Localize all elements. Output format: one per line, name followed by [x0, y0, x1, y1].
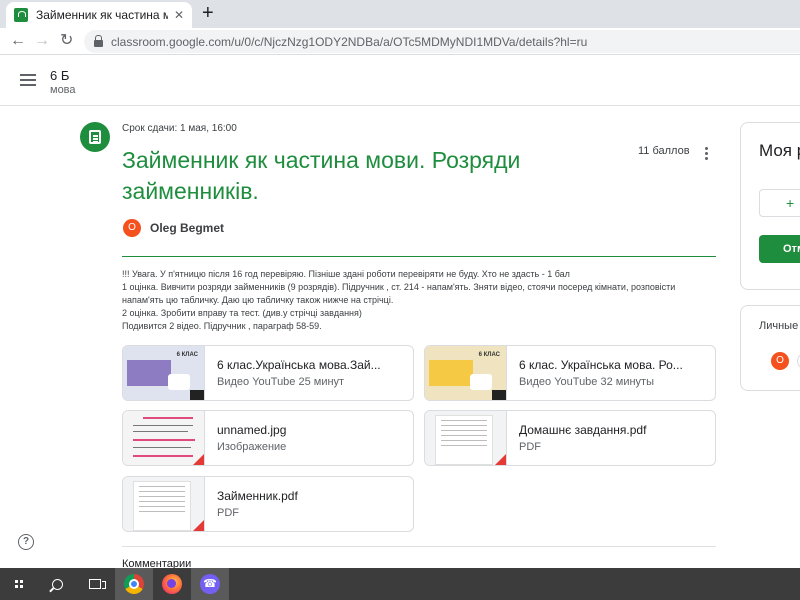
lock-icon	[94, 35, 103, 47]
task-view-button[interactable]	[76, 568, 114, 600]
description-line: 1 оцінка. Вивчити розряди займенників (9…	[122, 282, 676, 305]
add-icon: +	[786, 195, 795, 211]
tab-close-icon[interactable]: ✕	[174, 8, 184, 22]
author-avatar: O	[123, 219, 141, 237]
attachment-name: Займенник.pdf	[217, 489, 298, 503]
attachment-image[interactable]: unnamed.jpg Изображение	[122, 410, 414, 466]
attachment-name: unnamed.jpg	[217, 423, 287, 437]
more-options-icon[interactable]	[702, 145, 710, 163]
browser-tab[interactable]: Займенник як частина мови. Ро ✕	[6, 2, 192, 28]
description-line: 2 оцінка. Зробити вправу та тест. (див.у…	[122, 308, 362, 318]
viber-icon: ☎	[200, 574, 220, 594]
private-comments-title: Личные	[759, 320, 799, 332]
url-text: classroom.google.com/u/0/c/NjczNzg1ODY2N…	[111, 34, 588, 49]
back-icon[interactable]: ←	[10, 32, 26, 50]
menu-icon[interactable]	[20, 74, 36, 86]
image-thumbnail	[123, 411, 205, 465]
attachment-pdf-1[interactable]: Домашнє завдання.pdf PDF	[424, 410, 716, 466]
address-bar[interactable]: classroom.google.com/u/0/c/NjczNzg1ODY2N…	[84, 30, 800, 53]
pdf-thumbnail	[425, 411, 507, 465]
my-work-title: Моя р	[759, 141, 800, 160]
attachment-type: PDF	[519, 441, 541, 453]
attachment-name: 6 клас.Українська мова.Зай...	[217, 358, 381, 372]
pdf-icon	[191, 520, 204, 531]
attachment-pdf-2[interactable]: Займенник.pdf PDF	[122, 476, 414, 532]
chrome-icon	[124, 574, 144, 594]
pdf-icon	[493, 454, 506, 465]
attachment-name: 6 клас. Українська мова. Ро...	[519, 358, 683, 372]
search-button[interactable]	[38, 568, 76, 600]
video-thumbnail: 6 КЛАС	[123, 346, 205, 400]
assignment-title: Займенник як частина мови. Розряди займе…	[122, 147, 521, 204]
classroom-favicon-icon	[14, 8, 28, 22]
attachment-video-2[interactable]: 6 КЛАС 6 клас. Українська мова. Ро... Ви…	[424, 345, 716, 401]
taskbar-firefox[interactable]	[153, 568, 191, 600]
assignment-description: !!! Увага. У п'ятницю після 16 год перев…	[122, 268, 716, 333]
private-comments-card: Личные O	[740, 305, 800, 391]
video-thumbnail: 6 КЛАС	[425, 346, 507, 400]
firefox-icon	[162, 574, 182, 594]
attachment-type: Изображение	[217, 441, 287, 453]
user-avatar: O	[771, 352, 789, 370]
description-line: !!! Увага. У п'ятницю після 16 год перев…	[122, 269, 570, 279]
search-icon	[51, 578, 63, 590]
task-view-icon	[89, 579, 106, 589]
taskbar: ☎	[0, 568, 800, 600]
app-header: 6 Б мова	[0, 56, 800, 106]
taskbar-viber[interactable]: ☎	[191, 568, 229, 600]
pdf-thumbnail	[123, 477, 205, 531]
file-type-icon	[191, 454, 204, 465]
reload-icon[interactable]: ↻	[60, 32, 73, 50]
submit-button[interactable]: Отм	[759, 235, 800, 263]
youtube-icon	[190, 390, 204, 400]
taskbar-chrome[interactable]	[115, 568, 153, 600]
assignment-icon	[80, 122, 110, 152]
attachment-type: Видео YouTube 32 минуты	[519, 376, 654, 388]
add-or-create-button[interactable]: +	[759, 189, 800, 217]
author-name: Oleg Begmet	[150, 221, 225, 235]
attachment-type: PDF	[217, 507, 239, 519]
my-work-card: Моя р + Отм	[740, 122, 800, 290]
attachment-name: Домашнє завдання.pdf	[519, 423, 647, 437]
comments-divider	[122, 546, 716, 547]
new-tab-button[interactable]: +	[202, 3, 214, 23]
due-date: Срок сдачи: 1 мая, 16:00	[122, 123, 237, 134]
start-button[interactable]	[0, 568, 38, 600]
points: 11 баллов	[638, 145, 690, 157]
title-divider	[122, 256, 716, 257]
description-line: Подивится 2 відео. Підручник , параграф …	[122, 321, 322, 331]
youtube-icon	[492, 390, 506, 400]
attachment-type: Видео YouTube 25 минут	[217, 376, 345, 388]
forward-icon[interactable]: →	[34, 32, 50, 50]
attachment-video-1[interactable]: 6 КЛАС 6 клас.Українська мова.Зай... Вид…	[122, 345, 414, 401]
class-name[interactable]: 6 Б	[50, 68, 69, 83]
tab-title: Займенник як частина мови. Ро	[36, 8, 168, 22]
class-subject: мова	[50, 84, 76, 96]
windows-icon	[15, 580, 23, 588]
help-icon[interactable]: ?	[18, 534, 34, 550]
browser-tab-bar: Займенник як частина мови. Ро ✕ +	[0, 0, 800, 28]
browser-toolbar: ← → ↻ classroom.google.com/u/0/c/NjczNzg…	[0, 28, 800, 55]
